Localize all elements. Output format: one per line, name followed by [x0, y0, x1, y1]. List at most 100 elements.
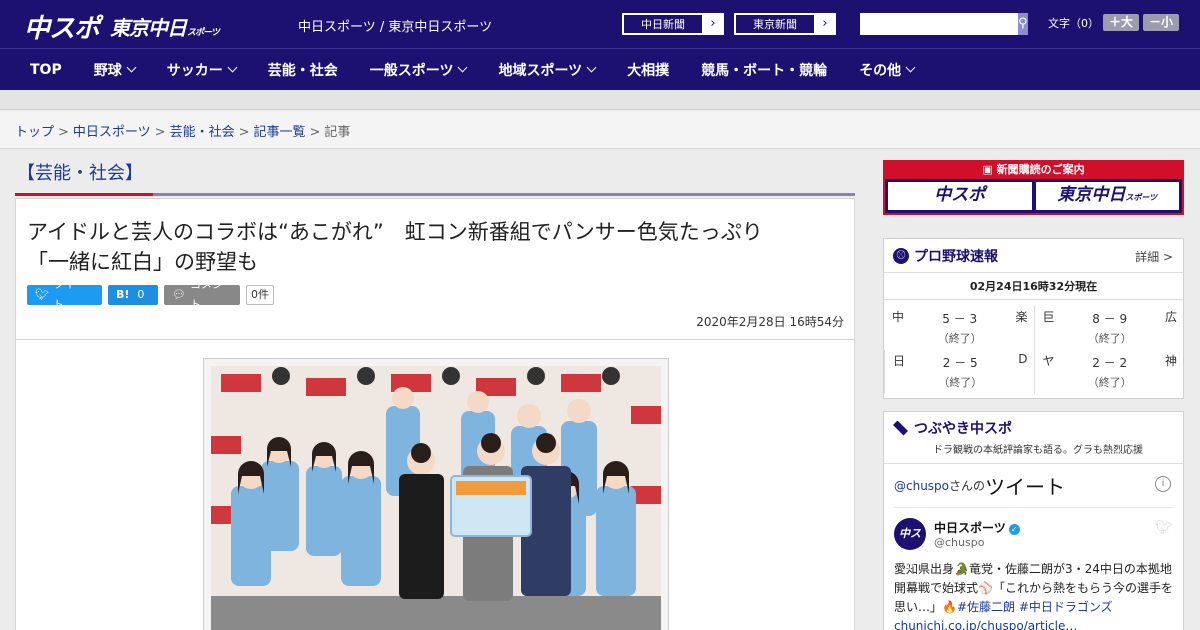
baseball-icon: ⚾︎ — [893, 247, 909, 264]
twitter-timeline: @chuspo さんの ツイート i 中スポ 中日スポーツ ✓ @chuspo 🐦… — [884, 464, 1183, 630]
article-title: アイドルと芸人のコラボは“あこがれ” 虹コン新番組でパンサー色気たっぷり 「一緒… — [27, 217, 847, 277]
score-value: 2 － 2 — [1092, 356, 1128, 370]
article-category: 【芸能・社会】 — [15, 150, 855, 196]
baseball-panel-title: プロ野球速報 — [914, 248, 998, 265]
home-team: 中 — [892, 310, 905, 324]
game-score[interactable]: 巨 8 － 9 （終了） 広 — [1033, 306, 1184, 350]
subscription-banner[interactable]: ▣ 新聞購読のご案内 中スポ 東京中日スポーツ — [883, 160, 1184, 215]
nav-item-general-sports[interactable]: 一般スポーツ — [354, 60, 483, 80]
tweet-user-name[interactable]: 中日スポーツ ✓ — [934, 519, 1020, 536]
category-label[interactable]: 【芸能・社会】 — [17, 163, 143, 184]
score-value: 8 － 9 — [1092, 312, 1128, 326]
baseball-scores-panel: ⚾︎ プロ野球速報 詳細 > 02月24日16時32分現在 中 5 － 3 （終了… — [883, 238, 1184, 399]
away-team: 広 — [1164, 310, 1177, 324]
tweet-hashtags[interactable]: #佐藤二朗 #中日ドラゴンズ — [957, 600, 1113, 614]
subscribe-tokyo-chunichi-small: スポーツ — [1125, 193, 1158, 202]
tsubuyaki-header: つぶやき中スポ ドラ観戦の本紙評論家も語る。グラも熱烈応援 — [884, 412, 1183, 464]
tweet-button[interactable]: 🐦︎ ツイート — [27, 278, 102, 311]
breadcrumb-entertainment[interactable]: 芸能・社会 — [170, 125, 235, 140]
chevron-down-icon — [126, 62, 137, 73]
site-search: ⚲ — [860, 13, 1028, 35]
game-score[interactable]: ヤ 2 － 2 （終了） 神 — [1033, 350, 1184, 394]
nav-item-racing[interactable]: 競馬・ボート・競輪 — [685, 60, 843, 80]
tweet-user-handle[interactable]: @chuspo — [934, 536, 1020, 549]
nav-item-top[interactable]: TOP — [14, 62, 78, 78]
nav-item-baseball[interactable]: 野球 — [78, 60, 151, 80]
subscribe-tokyo-chunichi-logo[interactable]: 東京中日スポーツ — [1035, 182, 1179, 210]
game-status: （終了） — [1087, 376, 1132, 389]
tweet-author: 中スポ 中日スポーツ ✓ @chuspo 🐦︎ — [894, 508, 1173, 572]
home-team: 日 — [893, 354, 906, 368]
article-date: 2020年2月28日 16時54分 — [696, 315, 844, 329]
category-underline — [15, 193, 855, 196]
comment-button[interactable]: 💬︎ コメント — [164, 278, 240, 311]
score-value: 2 － 5 — [942, 356, 978, 370]
font-bigger-button[interactable]: ＋大 — [1103, 14, 1140, 31]
timeline-header: @chuspo さんの ツイート i — [894, 464, 1173, 508]
subscribe-chuspo-logo[interactable]: 中スポ — [888, 182, 1032, 210]
subscription-logos: 中スポ 東京中日スポーツ — [885, 179, 1182, 213]
chevron-down-icon — [227, 62, 238, 73]
twitter-bird-icon[interactable]: 🐦︎ — [1155, 520, 1173, 536]
article-photo[interactable] — [211, 366, 661, 630]
tokyo-shimbun-label: 東京新聞 — [735, 14, 815, 34]
chunichi-shimbun-label: 中日新聞 — [623, 14, 703, 34]
chevron-down-icon — [586, 62, 597, 73]
speech-bubble-icon: 💬︎ — [172, 288, 186, 301]
chuspo-logo[interactable]: 中スポ — [24, 8, 100, 45]
site-name: 中日スポーツ / 東京中日スポーツ — [298, 20, 493, 35]
article-title-line1: アイドルと芸人のコラボは“あこがれ” 虹コン新番組でパンサー色気たっぷり — [27, 220, 763, 244]
hatena-bookmark-button[interactable]: B! 0 — [108, 285, 158, 305]
tokyo-shimbun-link[interactable]: 東京新聞 › — [734, 13, 836, 35]
away-team: D — [1018, 352, 1028, 366]
search-button[interactable]: ⚲ — [1018, 13, 1028, 35]
game-score[interactable]: 日 2 － 5 （終了） D — [884, 350, 1034, 394]
nav-item-label: 野球 — [93, 62, 122, 79]
breadcrumb-separator: > — [58, 125, 69, 140]
score: 2 － 2 （終了） — [1073, 350, 1148, 394]
info-icon[interactable]: i — [1155, 476, 1171, 492]
share-buttons: 🐦︎ ツイート B! 0 💬︎ コメント 0件 — [27, 278, 274, 311]
score-value: 5 － 3 — [942, 312, 978, 326]
newspaper-icon: ▣ — [982, 163, 997, 176]
nav-item-label: 芸能・社会 — [267, 62, 338, 79]
nav-item-label: 一般スポーツ — [369, 62, 454, 79]
breadcrumb-chuspo[interactable]: 中日スポーツ — [73, 125, 151, 140]
tsubuyaki-title: つぶやき中スポ — [914, 421, 1012, 437]
tokyo-chunichi-logo-text: 東京中日 — [110, 16, 187, 40]
tweet-author-names: 中日スポーツ ✓ @chuspo — [934, 519, 1020, 549]
nav-item-local-sports[interactable]: 地域スポーツ — [482, 60, 611, 80]
chevron-right-icon: › — [710, 16, 716, 31]
tweet-link[interactable]: chunichi.co.jp/chuspo/article… — [894, 619, 1077, 630]
sidebar: ▣ 新聞購読のご案内 中スポ 東京中日スポーツ ⚾︎ プロ野球速報 詳細 > 0… — [883, 160, 1184, 630]
tweet-body: 愛知県出身🐊竜党・佐藤二朗が3・24中日の本拠地開幕戦で始球式⚾「これから熱をも… — [894, 560, 1173, 630]
photo-frame — [203, 358, 669, 630]
baseball-detail-link[interactable]: 詳細 > — [1135, 248, 1173, 265]
photo-illustration — [211, 366, 661, 630]
nav-item-label: サッカー — [166, 62, 223, 79]
nav-item-entertainment[interactable]: 芸能・社会 — [252, 60, 354, 80]
search-icon: ⚲ — [1018, 16, 1028, 31]
avatar[interactable]: 中スポ — [894, 518, 926, 572]
article-header: アイドルと芸人のコラボは“あこがれ” 虹コン新番組でパンサー色気たっぷり 「一緒… — [15, 198, 855, 340]
article-main: 【芸能・社会】 アイドルと芸人のコラボは“あこがれ” 虹コン新番組でパンサー色気… — [15, 150, 855, 630]
tweet-user-name-text: 中日スポーツ — [934, 521, 1006, 535]
breadcrumb-article-list[interactable]: 記事一覧 — [254, 125, 306, 140]
breadcrumb-separator: > — [309, 125, 321, 140]
timeline-word: ツイート — [985, 475, 1066, 499]
breadcrumb-top[interactable]: トップ — [15, 125, 54, 140]
away-team: 楽 — [1015, 310, 1028, 324]
subscription-label: 新聞購読のご案内 — [996, 163, 1085, 176]
nav-item-soccer[interactable]: サッカー — [151, 60, 252, 80]
font-smaller-button[interactable]: －小 — [1143, 14, 1180, 31]
timeline-handle[interactable]: @chuspo — [894, 479, 949, 493]
tokyo-chunichi-logo[interactable]: 東京中日スポーツ — [110, 12, 220, 41]
search-input[interactable] — [860, 13, 1018, 35]
chunichi-shimbun-link[interactable]: 中日新聞 › — [622, 13, 724, 35]
nav-item-other[interactable]: その他 — [843, 60, 930, 80]
scores-timestamp: 02月24日16時32分現在 — [884, 273, 1183, 300]
nav-item-sumo[interactable]: 大相撲 — [611, 60, 685, 80]
game-score[interactable]: 中 5 － 3 （終了） 楽 — [884, 306, 1034, 350]
score: 5 － 3 （終了） — [922, 306, 998, 350]
score: 8 － 9 （終了） — [1073, 306, 1148, 350]
